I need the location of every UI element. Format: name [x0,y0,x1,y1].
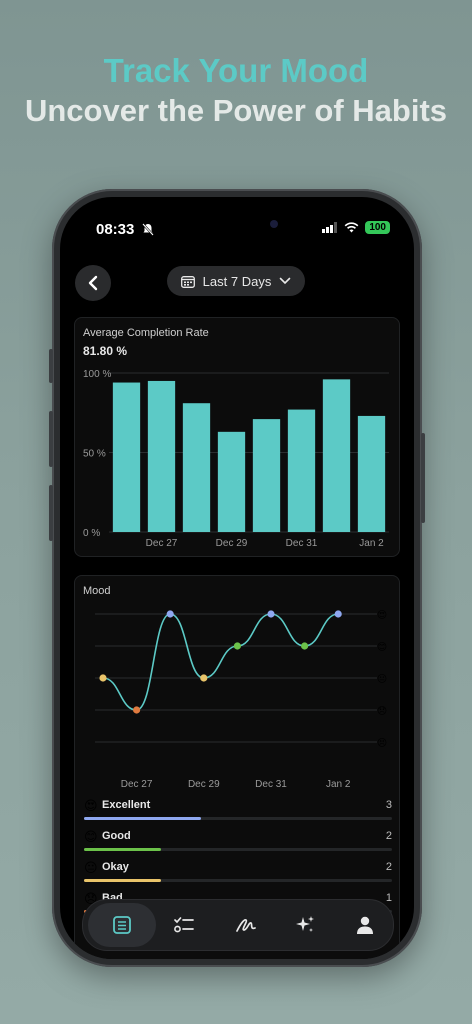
completion-rate-card: Average Completion Rate 81.80 % 100 % 50 … [74,317,400,557]
checklist-icon [174,917,194,933]
date-range-selector[interactable]: Last 7 Days [167,266,305,296]
y-tick-label: 50 % [83,449,106,460]
mood-level-label: Okay [102,861,129,873]
mood-level-row: 😍 Excellent 3 [84,798,392,828]
mood-scale-emoji: 😐 [377,674,387,685]
top-bar: Last 7 Days [60,249,414,301]
x-tick-label: Dec 31 [255,779,287,790]
bar [217,431,246,532]
mood-level-count: 2 [385,830,392,842]
bar [287,409,316,532]
bar [252,419,281,532]
mood-point [99,674,107,682]
x-tick-label: Jan 2 [326,779,351,790]
mood-level-count: 3 [385,799,392,811]
back-button[interactable] [75,265,111,301]
signal-icon [322,222,338,233]
person-icon [357,916,373,934]
mood-point [301,642,309,650]
status-indicators: 100 [322,221,390,234]
mood-level-label: Excellent [102,799,151,811]
phone-frame: 08:33 100 Last 7 Days Average Completion… [49,189,425,967]
phone-side-button [49,349,53,383]
mood-level-track [84,817,392,820]
mood-line-chart: 😍 😊 😐 😞 😣 Dec 27 Dec 29 Dec 31 Jan 2 [95,610,387,790]
phone-side-button [49,485,53,541]
mood-point [233,642,241,650]
mood-level-track [84,879,392,882]
mood-level-fill [84,817,202,820]
x-tick-label: Dec 27 [146,538,178,549]
mood-point [334,610,342,618]
date-range-label: Last 7 Days [202,273,272,289]
chevron-left-icon [88,275,98,291]
app-screen: 08:33 100 Last 7 Days Average Completion… [60,197,414,959]
wifi-icon [344,222,359,233]
mood-emoji-icon: 😊 [84,829,98,844]
mood-line [102,613,339,711]
bar [147,380,176,532]
mood-emoji-icon: 😍 [84,798,98,813]
x-tick-label: Dec 27 [121,779,153,790]
x-tick-label: Dec 29 [188,779,220,790]
completion-bar-chart: 100 % 50 % 0 % Dec 27 Dec 29 Dec 31 Jan 2 [83,369,389,549]
mood-point [267,610,275,618]
battery-indicator: 100 [365,221,390,234]
promo-title: Track Your Mood [103,52,369,89]
signature-icon [236,919,256,932]
phone-side-button [49,411,53,467]
mood-level-row: 😊 Good 2 [84,829,392,859]
bottom-tab-bar [82,899,394,951]
tab-draw[interactable] [224,903,268,947]
status-time: 08:33 [96,221,135,238]
y-tick-label: 0 % [83,528,100,539]
bar [112,382,141,532]
phone-side-button [421,433,425,523]
mood-level-fill [84,879,161,882]
y-tick-label: 100 % [83,369,111,380]
mood-point [166,610,174,618]
tab-habits[interactable] [162,903,206,947]
mood-level-fill [84,848,161,851]
bar [357,415,386,532]
mood-level-track [84,848,392,851]
tab-ai[interactable] [283,903,327,947]
mood-scale-emoji: 😣 [377,738,387,749]
bell-off-icon [142,223,154,239]
x-tick-label: Dec 29 [216,538,248,549]
mood-scale-emoji: 😞 [377,706,387,717]
mood-point [133,706,141,714]
mood-emoji-icon: 😐 [84,860,98,875]
dynamic-island [202,210,298,238]
bar [182,403,211,532]
chevron-down-icon [280,277,291,285]
journal-icon [113,916,131,934]
tab-profile[interactable] [343,903,387,947]
x-tick-label: Dec 31 [286,538,318,549]
bar [322,379,351,532]
mood-scale-emoji: 😍 [377,610,387,621]
mood-level-row: 😐 Okay 2 [84,860,392,890]
mood-point [200,674,208,682]
sparkles-icon [296,916,314,932]
x-tick-label: Jan 2 [359,538,384,549]
calendar-icon [180,275,195,288]
mood-scale-emoji: 😊 [377,642,387,653]
tab-journal[interactable] [88,903,156,947]
mood-level-count: 2 [385,861,392,873]
mood-level-label: Good [102,830,131,842]
promo-subtitle: Uncover the Power of Habits [24,93,448,128]
